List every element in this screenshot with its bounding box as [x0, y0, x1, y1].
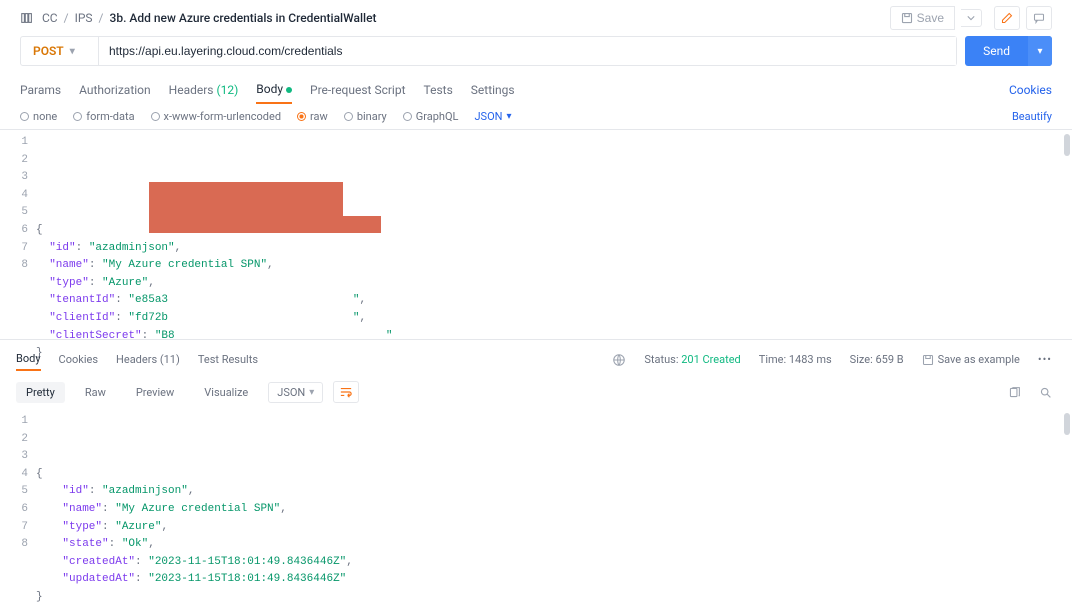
method-url-container: POST ▾	[20, 36, 957, 66]
chevron-down-icon: ▾	[507, 111, 512, 122]
tab-settings[interactable]: Settings	[471, 77, 515, 103]
method-label: POST	[33, 44, 64, 58]
edit-button[interactable]	[994, 6, 1020, 30]
copy-icon	[1008, 386, 1021, 399]
redacted-block	[149, 216, 381, 233]
save-dropdown-button[interactable]	[961, 9, 982, 27]
view-raw[interactable]: Raw	[75, 382, 116, 403]
request-body-editor[interactable]: 12345678 { "id": "azadminjson", "name": …	[0, 130, 1072, 340]
modified-dot-icon	[286, 87, 292, 93]
scrollbar-thumb[interactable]	[1064, 413, 1070, 435]
breadcrumb-current: 3b. Add new Azure credentials in Credent…	[110, 11, 377, 25]
url-input[interactable]	[99, 37, 956, 65]
raw-format-selector[interactable]: JSON▾	[474, 110, 511, 123]
response-format-selector[interactable]: JSON▾	[268, 382, 323, 403]
tab-params[interactable]: Params	[20, 77, 61, 103]
scrollbar-thumb[interactable]	[1064, 134, 1070, 156]
breadcrumb-sep-icon: /	[64, 11, 69, 25]
body-type-row: none form-data x-www-form-urlencoded raw…	[0, 104, 1072, 130]
save-icon	[901, 12, 913, 24]
response-body-editor[interactable]: 12345678 { "id": "azadminjson", "name": …	[0, 409, 1072, 569]
save-button[interactable]: Save	[890, 6, 955, 30]
method-selector[interactable]: POST ▾	[21, 37, 99, 65]
breadcrumb-sep-icon: /	[99, 11, 104, 25]
bodytype-graphql[interactable]: GraphQL	[403, 110, 459, 123]
wrap-icon	[339, 386, 353, 398]
send-button[interactable]: Send ▾	[965, 36, 1052, 66]
url-row: POST ▾ Send ▾	[0, 36, 1072, 76]
wrap-lines-button[interactable]	[333, 381, 359, 403]
tab-tests[interactable]: Tests	[424, 77, 453, 103]
tab-authorization[interactable]: Authorization	[79, 77, 151, 103]
header-actions: Save	[890, 6, 1052, 30]
send-dropdown[interactable]: ▾	[1028, 36, 1052, 66]
breadcrumb-header: CC / IPS / 3b. Add new Azure credentials…	[0, 0, 1072, 36]
view-visualize[interactable]: Visualize	[194, 382, 258, 403]
pencil-icon	[1001, 12, 1013, 24]
bodytype-raw[interactable]: raw	[297, 110, 328, 123]
cookies-link[interactable]: Cookies	[1009, 83, 1052, 97]
comment-icon	[1033, 12, 1045, 24]
view-preview[interactable]: Preview	[126, 382, 184, 403]
line-gutter: 12345678	[0, 409, 36, 569]
chevron-down-icon: ▾	[70, 46, 75, 57]
copy-button[interactable]	[1008, 386, 1021, 399]
workspace-icon	[20, 11, 34, 25]
beautify-link[interactable]: Beautify	[1012, 110, 1052, 123]
chevron-down-icon	[967, 14, 975, 22]
breadcrumb: CC / IPS / 3b. Add new Azure credentials…	[42, 11, 882, 25]
view-pretty[interactable]: Pretty	[16, 382, 65, 403]
breadcrumb-part[interactable]: CC	[42, 11, 58, 25]
send-label: Send	[965, 36, 1028, 66]
redacted-block	[149, 182, 343, 216]
tab-body[interactable]: Body	[256, 76, 292, 104]
line-gutter: 12345678	[0, 130, 36, 339]
code-area[interactable]: { "id": "azadminjson", "name": "My Azure…	[36, 130, 1072, 339]
search-icon	[1039, 386, 1052, 399]
chevron-down-icon: ▾	[309, 387, 314, 398]
bodytype-binary[interactable]: binary	[344, 110, 387, 123]
comment-button[interactable]	[1026, 6, 1052, 30]
breadcrumb-part[interactable]: IPS	[75, 11, 93, 25]
bodytype-xwww[interactable]: x-www-form-urlencoded	[151, 110, 282, 123]
code-area[interactable]: { "id": "azadminjson", "name": "My Azure…	[36, 409, 1072, 569]
tab-headers[interactable]: Headers (12)	[169, 77, 239, 103]
bodytype-formdata[interactable]: form-data	[73, 110, 134, 123]
save-label: Save	[917, 11, 944, 25]
response-view-row: Pretty Raw Preview Visualize JSON▾	[0, 375, 1072, 409]
tab-prerequest[interactable]: Pre-request Script	[310, 77, 405, 103]
request-tabs: Params Authorization Headers (12) Body P…	[0, 76, 1072, 104]
bodytype-none[interactable]: none	[20, 110, 57, 123]
search-button[interactable]	[1039, 386, 1052, 399]
